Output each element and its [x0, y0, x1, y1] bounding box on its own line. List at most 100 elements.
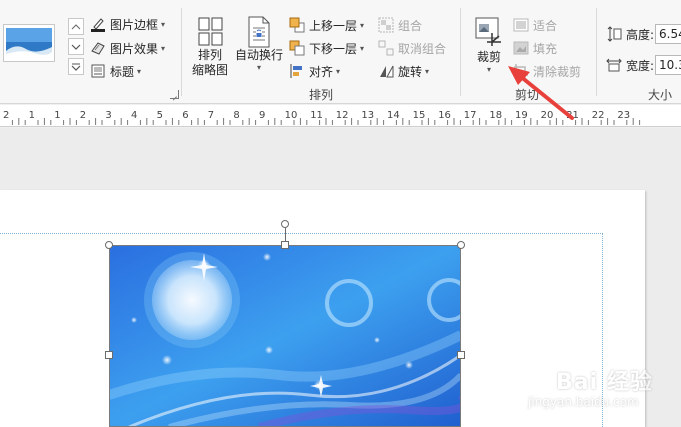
ruler-number: 2	[80, 110, 86, 121]
caption-label: 标题	[110, 64, 135, 79]
ruler-number: 1	[54, 110, 60, 121]
ungroup-label: 取消组合	[398, 41, 447, 56]
wrap-text-button[interactable]: 自动换行 ▾	[232, 16, 286, 73]
gallery-scroll-up-button[interactable]	[68, 18, 84, 35]
crop-label: 裁剪	[476, 50, 501, 64]
ruler-number: 5	[157, 110, 163, 121]
margin-guide-top	[0, 233, 603, 234]
selected-picture[interactable]	[109, 245, 461, 427]
picture-style-gallery-item[interactable]	[3, 24, 55, 62]
ruler-number: 23	[617, 110, 630, 121]
fill-label: 填充	[533, 41, 558, 56]
ruler-number: 20	[541, 110, 554, 121]
fit-icon	[513, 17, 529, 33]
group-objects-label: 组合	[398, 18, 423, 33]
ruler-number: 11	[310, 110, 323, 121]
fit-label: 适合	[533, 18, 558, 33]
ruler-number: 12	[336, 110, 349, 121]
ribbon: 图片边框 ▾ 图片效果 ▾ 标题 ▾ 排列 缩略图 自动换行 ▾ 上移一层 ▾ …	[0, 0, 681, 104]
picture-effects-button[interactable]: 图片效果 ▾	[90, 38, 165, 58]
dropdown-caret-icon: ▾	[336, 66, 341, 76]
align-button[interactable]: 对齐 ▾	[289, 61, 340, 81]
ruler-ticks: 2 1 1 2 3 4 5 6 7 8 9 10 11 12 13 14 15 16 17 18 19 20 21 22 23	[3, 110, 641, 125]
height-icon	[606, 26, 622, 42]
width-field-label: 宽度:	[606, 55, 654, 75]
align-icon	[289, 63, 305, 79]
watermark-title: Bai 经验	[556, 370, 653, 395]
chevron-up-icon	[71, 23, 81, 29]
pen-border-icon	[90, 16, 106, 32]
height-label: 高度:	[626, 27, 655, 42]
effects-icon	[90, 40, 106, 56]
ruler-number: 17	[464, 110, 477, 121]
group-separator	[596, 8, 597, 96]
rotation-handle[interactable]	[281, 220, 289, 228]
horizontal-ruler[interactable]: 2 1 1 2 3 4 5 6 7 8 9 10 11 12 13 14 15 16 17 18 19 20 21 22 23	[0, 105, 681, 127]
rotate-button[interactable]: 旋转 ▾	[378, 61, 429, 81]
group-objects-button[interactable]: 组合	[378, 15, 422, 35]
bring-forward-label: 上移一层	[309, 18, 358, 33]
group-separator	[181, 8, 182, 96]
resize-handle-top[interactable]	[281, 241, 289, 249]
width-input[interactable]: 10.3	[655, 55, 681, 75]
ruler-number: 18	[489, 110, 502, 121]
ungroup-button[interactable]: 取消组合	[378, 38, 446, 58]
ruler-number: 6	[182, 110, 188, 121]
caption-button[interactable]: 标题 ▾	[90, 61, 141, 81]
landscape-thumbnail-icon	[6, 28, 52, 58]
picture-border-button[interactable]: 图片边框 ▾	[90, 14, 165, 34]
ruler-number: 13	[361, 110, 374, 121]
align-label: 对齐	[309, 64, 334, 79]
dropdown-caret-icon: ▾	[256, 63, 261, 72]
ruler-number: 22	[592, 110, 605, 121]
wrap-text-label: 自动换行	[234, 48, 283, 62]
blue-abstract-image	[109, 245, 461, 427]
resize-handle-top-left[interactable]	[105, 241, 113, 249]
group-objects-icon	[378, 17, 394, 33]
gallery-more-button[interactable]	[68, 58, 84, 75]
watermark-url: jingyan.baidu.com	[528, 395, 639, 409]
ruler-number: 10	[285, 110, 298, 121]
dialog-launcher-icon[interactable]	[170, 90, 179, 99]
resize-handle-top-right[interactable]	[457, 241, 465, 249]
paw-logo-icon	[521, 366, 552, 393]
send-backward-label: 下移一层	[309, 41, 358, 56]
rotate-icon	[378, 63, 394, 79]
dropdown-caret-icon: ▾	[161, 43, 166, 53]
height-field-label: 高度:	[606, 24, 654, 44]
crop-button[interactable]: 裁剪 ▾	[471, 16, 507, 75]
dropdown-caret-icon: ▾	[161, 19, 166, 29]
resize-handle-left[interactable]	[105, 351, 113, 359]
crop-group-label: 剪切	[515, 88, 540, 102]
height-input[interactable]: 6.54	[655, 24, 681, 44]
ungroup-icon	[378, 40, 394, 56]
wrap-text-icon	[248, 16, 270, 48]
ruler-number: 16	[438, 110, 451, 121]
width-label: 宽度:	[626, 58, 655, 73]
dropdown-caret-icon: ▾	[360, 43, 365, 53]
dropdown-caret-icon: ▾	[425, 66, 430, 76]
clear-crop-button[interactable]: 清除裁剪	[513, 61, 581, 81]
ruler-number: 15	[413, 110, 426, 121]
ruler-number: 9	[259, 110, 265, 121]
group-separator	[460, 8, 461, 96]
send-backward-button[interactable]: 下移一层 ▾	[289, 38, 364, 58]
gallery-scroll-down-button[interactable]	[68, 38, 84, 55]
arrange-grid-icon	[198, 17, 223, 46]
fit-button[interactable]: 适合	[513, 15, 557, 35]
ruler-number: 7	[208, 110, 214, 121]
clear-crop-label: 清除裁剪	[533, 64, 582, 79]
arrange-group-label: 排列	[309, 88, 334, 102]
baidu-watermark: Bai 经验 jingyan.baidu.com	[520, 360, 680, 420]
resize-handle-right[interactable]	[457, 351, 465, 359]
ruler-number: 2	[3, 110, 9, 121]
bring-forward-button[interactable]: 上移一层 ▾	[289, 15, 364, 35]
arrange-thumbnail-label-1: 排列	[197, 48, 222, 62]
arrange-thumbnail-button[interactable]: 排列 缩略图	[190, 16, 230, 78]
arrange-thumbnail-label-2: 缩略图	[191, 63, 228, 77]
ruler-number: 3	[105, 110, 111, 121]
fill-button[interactable]: 填充	[513, 38, 557, 58]
rotate-label: 旋转	[398, 64, 423, 79]
picture-effects-label: 图片效果	[110, 41, 159, 56]
caption-icon	[90, 63, 106, 79]
